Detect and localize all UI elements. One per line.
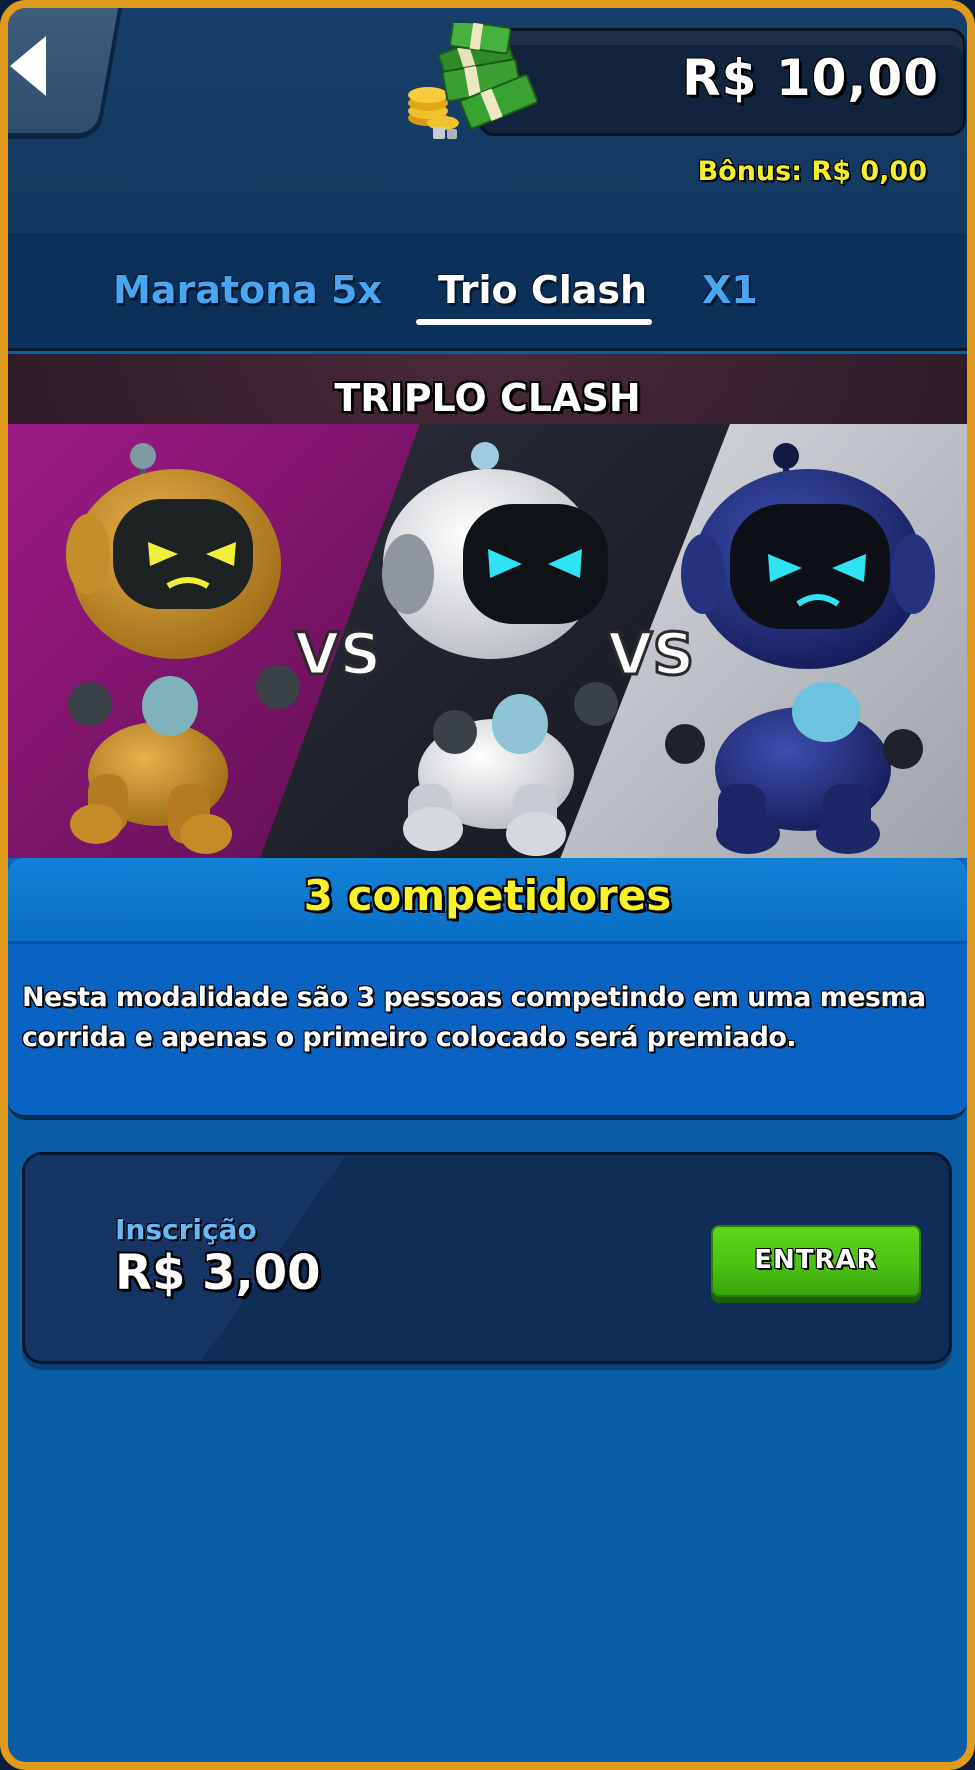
mode-banner: VS VS TRIPLO CLASH	[8, 354, 967, 859]
tab-maratona[interactable]: Maratona 5x	[113, 268, 382, 312]
back-arrow-icon[interactable]	[10, 36, 46, 96]
entry-fee-amount: R$ 3,00	[115, 1245, 321, 1301]
money-stack-icon	[408, 23, 538, 139]
header-bar: R$ 10,00 Bônus: R$ 0,00	[8, 8, 967, 233]
competitors-title: 3 competidores	[303, 871, 672, 920]
bonus-balance: Bônus: R$ 0,00	[697, 156, 927, 187]
app-frame: R$ 10,00 Bônus: R$ 0,00 Maratona 5x Trio…	[0, 0, 975, 1770]
info-card-header: 3 competidores	[8, 858, 967, 944]
entry-fee-label: Inscrição	[115, 1213, 257, 1246]
mode-description: Nesta modalidade são 3 pessoas competind…	[22, 982, 926, 1053]
active-tab-indicator	[416, 319, 652, 325]
balance-panel: R$ 10,00	[478, 28, 966, 136]
vs-right-label: VS	[608, 620, 695, 688]
mode-info-card: 3 competidores Nesta modalidade são 3 pe…	[8, 858, 967, 1120]
entry-card: Inscrição R$ 3,00 ENTRAR	[22, 1152, 952, 1364]
banner-art: VS VS	[8, 354, 967, 859]
banner-title: TRIPLO CLASH	[334, 376, 641, 420]
balance-amount: R$ 10,00	[682, 49, 939, 107]
mode-tabs: Maratona 5x Trio Clash X1	[8, 233, 967, 351]
tab-x1[interactable]: X1	[702, 268, 758, 312]
vs-left-label: VS	[295, 620, 382, 688]
enter-button[interactable]: ENTRAR	[711, 1225, 921, 1297]
tab-trio-clash[interactable]: Trio Clash	[438, 268, 647, 312]
